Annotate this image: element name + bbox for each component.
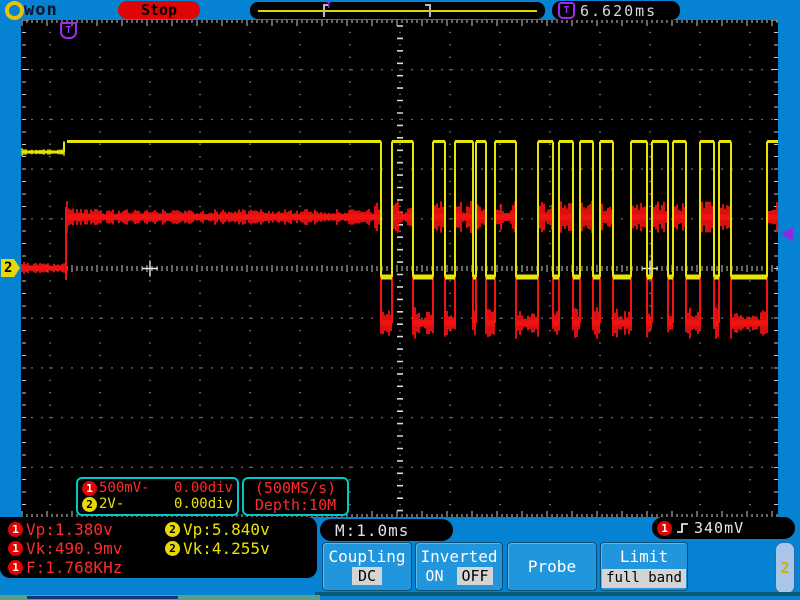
ch1-volts-per-div: 500mV- (99, 480, 150, 496)
graticule-and-traces (21, 20, 778, 517)
ch1-badge: 1 (657, 521, 672, 536)
run-state-indicator[interactable]: Stop (118, 1, 200, 19)
memory-depth: Depth:10M (244, 497, 347, 514)
trigger-time-readout: T 6.620ms (552, 1, 680, 20)
inverted-label: Inverted (420, 547, 497, 566)
limit-label: Limit (620, 547, 668, 566)
ch2-position-marker[interactable]: 2 (1, 259, 20, 277)
probe-menu-button[interactable]: Probe (507, 542, 597, 591)
bottom-edge-bar (27, 596, 178, 599)
ch2-badge: 2 (165, 522, 180, 537)
inverted-on-option[interactable]: ON (425, 567, 443, 585)
ch1-badge: 1 (8, 560, 23, 575)
owon-logo-text: won (24, 1, 58, 19)
ch1-vk-measurement: Vk:490.9mv (26, 539, 122, 558)
memory-line (258, 10, 537, 12)
ch1-offset: 0.00div (174, 480, 233, 496)
trigger-time-value: 6.620ms (580, 2, 657, 20)
run-state-label: Stop (141, 1, 177, 19)
trigger-t-icon: T (558, 2, 575, 19)
ch1-freq-measurement: F:1.768KHz (26, 558, 122, 577)
rising-edge-icon (676, 521, 690, 535)
waveform-display: T 2 (21, 20, 778, 517)
trigger-marker-icon[interactable]: T (60, 22, 77, 39)
ch2-volts-per-div: 2V- (99, 496, 124, 512)
header-bar: won Stop T T 6.620ms (0, 0, 800, 20)
acquisition-box: (500MS/s) Depth:10M (242, 477, 349, 516)
trigger-position-icon: T (326, 2, 331, 10)
channel-settings-box: 1 500mV- 0.00div 2 2V- 0.00div (76, 477, 239, 516)
active-channel-button[interactable]: 2 (775, 542, 795, 594)
trigger-level-value: 340mV (694, 519, 744, 537)
coupling-label: Coupling (328, 547, 405, 566)
limit-value[interactable]: full band (602, 569, 686, 588)
window-bracket-left (323, 4, 325, 17)
sample-rate: (500MS/s) (244, 480, 347, 497)
trigger-level-arrow-icon[interactable] (780, 227, 793, 241)
horizontal-position-indicator: T (250, 2, 545, 19)
timebase-value: M:1.0ms (335, 521, 409, 540)
coupling-menu-button[interactable]: Coupling DC (322, 542, 412, 591)
ch2-badge: 2 (165, 541, 180, 556)
ch1-badge: 1 (82, 481, 97, 496)
window-bracket-right (429, 4, 431, 17)
inverted-menu-button[interactable]: Inverted ON OFF (415, 542, 503, 591)
ch1-badge: 1 (8, 541, 23, 556)
ch2-offset: 0.00div (174, 496, 233, 512)
ch1-settings-row: 1 500mV- 0.00div (82, 480, 233, 496)
trigger-level-readout: 1 340mV (652, 517, 795, 539)
ch1-vp-measurement: Vp:1.380v (26, 520, 113, 539)
ch2-settings-row: 2 2V- 0.00div (82, 496, 233, 512)
coupling-value[interactable]: DC (352, 567, 382, 585)
ch2-vp-measurement: Vp:5.840v (183, 520, 270, 539)
inverted-off-option[interactable]: OFF (457, 567, 492, 585)
ch2-badge: 2 (82, 497, 97, 512)
active-channel-label: 2 (780, 559, 789, 577)
menu-divider (315, 592, 800, 596)
owon-logo: won (5, 1, 58, 19)
ch1-badge: 1 (8, 522, 23, 537)
limit-menu-button[interactable]: Limit full band (600, 542, 688, 591)
measurements-box: 1 Vp:1.380v 2 Vp:5.840v 1 Vk:490.9mv 2 V… (0, 517, 317, 578)
oscilloscope-screen: won Stop T T 6.620ms T 2 1 500mV- 0.00di… (0, 0, 800, 600)
owon-logo-ring-icon (5, 1, 24, 20)
timebase-readout: M:1.0ms (320, 519, 453, 541)
ch2-vk-measurement: Vk:4.255v (183, 539, 270, 558)
probe-label: Probe (528, 557, 576, 576)
